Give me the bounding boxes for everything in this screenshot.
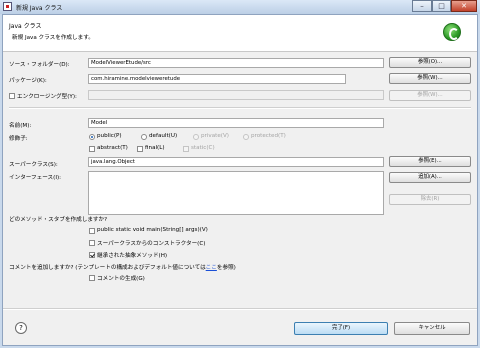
separator <box>9 107 471 109</box>
maximize-button[interactable]: □ <box>432 0 451 12</box>
generate-comments-checkbox[interactable] <box>89 275 95 281</box>
modifier-default-label: default(U) <box>149 133 178 139</box>
enclosing-type-label: エンクロージング型(Y): <box>17 94 77 100</box>
cancel-button[interactable]: キャンセル <box>394 322 470 335</box>
enclosing-type-field[interactable] <box>88 90 384 100</box>
superclass-label: スーパークラス(S): <box>9 162 58 168</box>
comments-question-suffix: を参照) <box>216 265 236 271</box>
modifier-public-radio[interactable] <box>89 134 95 140</box>
name-label: 名前(M): <box>9 123 32 129</box>
superclass-field[interactable]: java.lang.Object <box>88 157 384 167</box>
window-app-icon <box>3 2 12 11</box>
minimize-button[interactable]: – <box>412 0 432 12</box>
footer-separator <box>3 308 477 310</box>
package-label: パッケージ(K): <box>9 78 47 84</box>
modifier-static-label: static(C) <box>191 145 215 151</box>
modifier-default-radio[interactable] <box>141 134 147 140</box>
interfaces-add-button[interactable]: 追加(A)... <box>389 172 471 183</box>
generate-comments-label: コメントの生成(G) <box>97 276 145 282</box>
eclipse-logo-icon <box>443 23 461 41</box>
class-name-field[interactable]: Model <box>88 118 384 128</box>
stub-main-label: public static void main(String[] args)(V… <box>97 227 208 233</box>
package-browse-button[interactable]: 参照(W)... <box>389 73 471 84</box>
templates-link[interactable]: ここ <box>206 265 217 271</box>
wizard-title: Java クラス <box>9 23 42 30</box>
enclosing-type-checkbox[interactable] <box>9 93 15 99</box>
help-icon[interactable]: ? <box>15 322 27 334</box>
stub-inherited-abstract-checkbox[interactable] <box>89 252 95 258</box>
source-folder-label: ソース・フォルダー(D): <box>9 62 70 68</box>
interfaces-list[interactable] <box>88 171 384 215</box>
interfaces-remove-button[interactable]: 除去(R) <box>389 194 471 205</box>
stub-constructor-label: スーパークラスからのコンストラクター(C) <box>97 241 206 247</box>
modifier-static-checkbox[interactable] <box>183 146 189 152</box>
modifier-protected-label: protected(T) <box>251 133 286 139</box>
source-folder-field[interactable]: ModelViewerEtude/src <box>88 58 384 68</box>
modifier-private-label: private(V) <box>201 133 229 139</box>
enclosing-type-browse-button[interactable]: 参照(W)... <box>389 90 471 101</box>
source-folder-browse-button[interactable]: 参照(O)... <box>389 57 471 68</box>
finish-button[interactable]: 完了(F) <box>294 322 388 335</box>
modifier-final-label: final(L) <box>145 145 165 151</box>
modifier-abstract-label: abstract(T) <box>97 145 128 151</box>
comments-question: コメントを追加しますか? (テンプレートの構成およびデフォルト値についてはここを… <box>9 263 236 271</box>
window-title: 新規 Java クラス <box>16 5 63 12</box>
wizard-subtitle: 新規 Java クラスを作成します。 <box>12 35 94 41</box>
stub-inherited-abstract-label: 継承された抽象メソッド(H) <box>97 253 168 259</box>
package-field[interactable]: com.hiramine.modelvieweretude <box>88 74 346 84</box>
interfaces-label: インターフェース(I): <box>9 175 62 181</box>
modifier-final-checkbox[interactable] <box>137 146 143 152</box>
method-stubs-question: どのメソッド・スタブを作成しますか? <box>9 217 108 223</box>
comments-question-text: コメントを追加しますか? (テンプレートの構成およびデフォルト値については <box>9 265 206 271</box>
title-bar <box>0 0 480 14</box>
stub-main-checkbox[interactable] <box>89 228 95 234</box>
modifier-protected-radio[interactable] <box>243 134 249 140</box>
modifier-abstract-checkbox[interactable] <box>89 146 95 152</box>
superclass-browse-button[interactable]: 参照(E)... <box>389 156 471 167</box>
modifier-private-radio[interactable] <box>193 134 199 140</box>
close-button[interactable]: ✕ <box>451 0 477 12</box>
modifiers-label: 修飾子: <box>9 136 28 142</box>
stub-constructor-checkbox[interactable] <box>89 240 95 246</box>
modifier-public-label: public(P) <box>97 133 122 139</box>
